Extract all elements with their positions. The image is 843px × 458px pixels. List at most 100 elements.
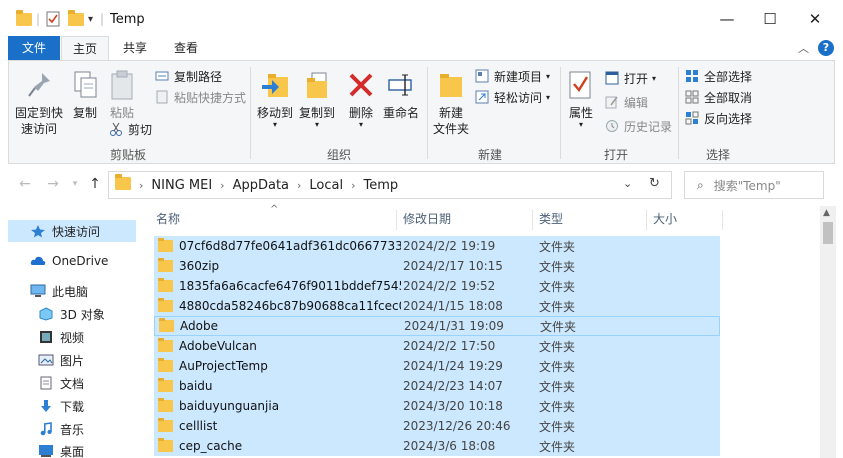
file-row[interactable]: 4880cda58246bc87b90688ca11fcec0... 2024/1…	[154, 296, 720, 316]
nav-pictures[interactable]: 图片	[8, 349, 136, 371]
scrollbar-thumb[interactable]	[823, 222, 833, 244]
nav-quick-access[interactable]: 快速访问	[8, 220, 136, 242]
tab-file[interactable]: 文件	[8, 36, 60, 60]
minimize-button[interactable]: —	[716, 8, 738, 30]
file-row[interactable]: Adobe 2024/1/31 19:09 文件夹	[154, 316, 720, 336]
star-icon	[30, 224, 46, 238]
file-row[interactable]: baiduyunguanjia 2024/3/20 10:18 文件夹	[154, 396, 720, 416]
nav-onedrive[interactable]: OneDrive	[8, 250, 136, 272]
nav-music[interactable]: 音乐	[8, 418, 136, 440]
properties-quick-icon[interactable]	[46, 10, 60, 28]
organize-group-label: 组织	[326, 148, 351, 162]
cut-button[interactable]: 剪切	[109, 120, 152, 138]
refresh-icon[interactable]: ↻	[649, 176, 660, 191]
file-row[interactable]: cep_cache 2024/3/6 18:08 文件夹	[154, 436, 720, 456]
folder-icon	[158, 338, 173, 352]
new-folder-button[interactable]: 新建 文件夹	[429, 69, 473, 137]
breadcrumb-user[interactable]: NING MEI	[151, 178, 212, 193]
scroll-up-icon[interactable]: ▲	[823, 208, 830, 218]
copy-to-label: 复制到	[298, 106, 335, 120]
collapse-ribbon-icon[interactable]: ︿	[798, 40, 809, 56]
history-button[interactable]: 历史记录	[605, 117, 672, 135]
select-all-button[interactable]: 全部选择	[685, 67, 752, 85]
file-date: 2024/2/2 19:52	[403, 279, 496, 293]
open-button[interactable]: 打开 ▾	[605, 69, 656, 87]
nav-documents[interactable]: 文档	[8, 372, 136, 394]
delete-button[interactable]: 删除 ▾	[343, 69, 379, 129]
nav-videos[interactable]: 视频	[8, 326, 136, 348]
breadcrumb-temp[interactable]: Temp	[364, 178, 399, 193]
file-row[interactable]: 07cf6d8d77fe0641adf361dc06677331 2024/2/2…	[154, 236, 720, 256]
invert-selection-button[interactable]: 反向选择	[685, 109, 752, 127]
chevron-down-icon[interactable]: ⌄	[623, 177, 632, 190]
pin-quick-access-button[interactable]: 固定到快 速访问	[13, 69, 65, 137]
move-to-button[interactable]: 移动到 ▾	[255, 69, 295, 129]
column-header-size[interactable]: 大小	[653, 210, 677, 230]
select-none-button[interactable]: 全部取消	[685, 88, 752, 106]
breadcrumb-appdata[interactable]: AppData	[233, 178, 289, 193]
properties-button[interactable]: 属性 ▾	[563, 69, 599, 129]
divider	[722, 210, 723, 230]
maximize-button[interactable]: ☐	[759, 8, 781, 30]
nav-3d-objects[interactable]: 3D 对象	[8, 303, 136, 325]
rename-label: 重命名	[382, 106, 419, 120]
file-row[interactable]: 360zip 2024/2/17 10:15 文件夹	[154, 256, 720, 276]
file-row[interactable]: celllist 2023/12/26 20:46 文件夹	[154, 416, 720, 436]
folder-icon	[158, 258, 173, 272]
paste-label: 粘贴	[109, 106, 134, 120]
file-row[interactable]: baidu 2024/2/23 14:07 文件夹	[154, 376, 720, 396]
breadcrumb-local[interactable]: Local	[309, 178, 343, 193]
rename-icon	[386, 69, 416, 101]
file-date: 2024/2/23 14:07	[403, 379, 503, 393]
column-header-name[interactable]: 名称	[156, 210, 180, 230]
dropdown-icon: ▾	[272, 120, 277, 129]
file-type: 文件夹	[539, 259, 576, 274]
tab-home[interactable]: 主页	[61, 36, 109, 60]
cut-label: 剪切	[128, 122, 153, 137]
copy-button[interactable]: 复制	[67, 69, 103, 121]
file-row[interactable]: AdobeVulcan 2024/2/2 17:50 文件夹	[154, 336, 720, 356]
rename-button[interactable]: 重命名	[381, 69, 421, 121]
copy-path-label: 复制路径	[174, 69, 223, 84]
back-arrow-icon[interactable]: ←	[16, 174, 34, 194]
customize-quick-access-icon[interactable]: ▾	[88, 10, 93, 28]
column-header-date[interactable]: 修改日期	[403, 210, 451, 230]
new-folder-quick-icon[interactable]	[68, 9, 84, 28]
dropdown-icon: ▾	[314, 120, 319, 129]
file-date: 2023/12/26 20:46	[403, 419, 511, 433]
nav-desktop[interactable]: 桌面	[8, 440, 136, 458]
folder-icon	[158, 278, 173, 292]
edit-icon	[605, 95, 619, 109]
nav-this-pc[interactable]: 此电脑	[8, 280, 136, 302]
folder-icon	[158, 238, 173, 252]
recent-locations-icon[interactable]: ▾	[66, 174, 84, 194]
forward-arrow-icon[interactable]: →	[44, 174, 62, 194]
tab-view[interactable]: 查看	[162, 36, 210, 60]
easy-access-button[interactable]: 轻松访问 ▾	[475, 88, 550, 106]
new-item-button[interactable]: 新建项目 ▾	[475, 67, 550, 85]
tab-share[interactable]: 共享	[112, 36, 158, 60]
copy-to-button[interactable]: 复制到 ▾	[297, 69, 337, 129]
file-row[interactable]: AuProjectTemp 2024/1/24 19:29 文件夹	[154, 356, 720, 376]
vertical-scrollbar[interactable]: ▲	[820, 206, 836, 458]
help-icon[interactable]: ?	[818, 40, 834, 56]
ribbon-tabs: 文件 主页 共享 查看 ︿ ?	[0, 36, 843, 60]
edit-button[interactable]: 编辑	[605, 93, 648, 111]
up-arrow-icon[interactable]: ↑	[86, 174, 104, 194]
search-input[interactable]: 搜索"Temp"	[714, 177, 781, 194]
folder-icon	[158, 298, 173, 312]
close-button[interactable]: ✕	[804, 8, 826, 30]
search-box[interactable]: ⌕ 搜索"Temp"	[684, 171, 824, 199]
paste-shortcut-button[interactable]: 粘贴快捷方式	[155, 88, 246, 106]
nav-downloads[interactable]: 下载	[8, 395, 136, 417]
nav-this-pc-label: 此电脑	[52, 284, 89, 299]
file-date: 2024/3/6 18:08	[403, 439, 496, 453]
file-row[interactable]: 1835fa6a6cacfe6476f9011bddef7545 2024/2/2…	[154, 276, 720, 296]
open-label: 打开	[624, 71, 649, 86]
computer-icon	[30, 284, 46, 298]
column-header-type[interactable]: 类型	[539, 210, 563, 230]
address-bar[interactable]: › NING MEI › AppData › Local › Temp ⌄ ↻	[108, 171, 672, 199]
copy-path-button[interactable]: 复制路径	[155, 67, 222, 85]
folder-icon	[115, 173, 131, 194]
paste-button[interactable]: 粘贴	[105, 69, 139, 121]
